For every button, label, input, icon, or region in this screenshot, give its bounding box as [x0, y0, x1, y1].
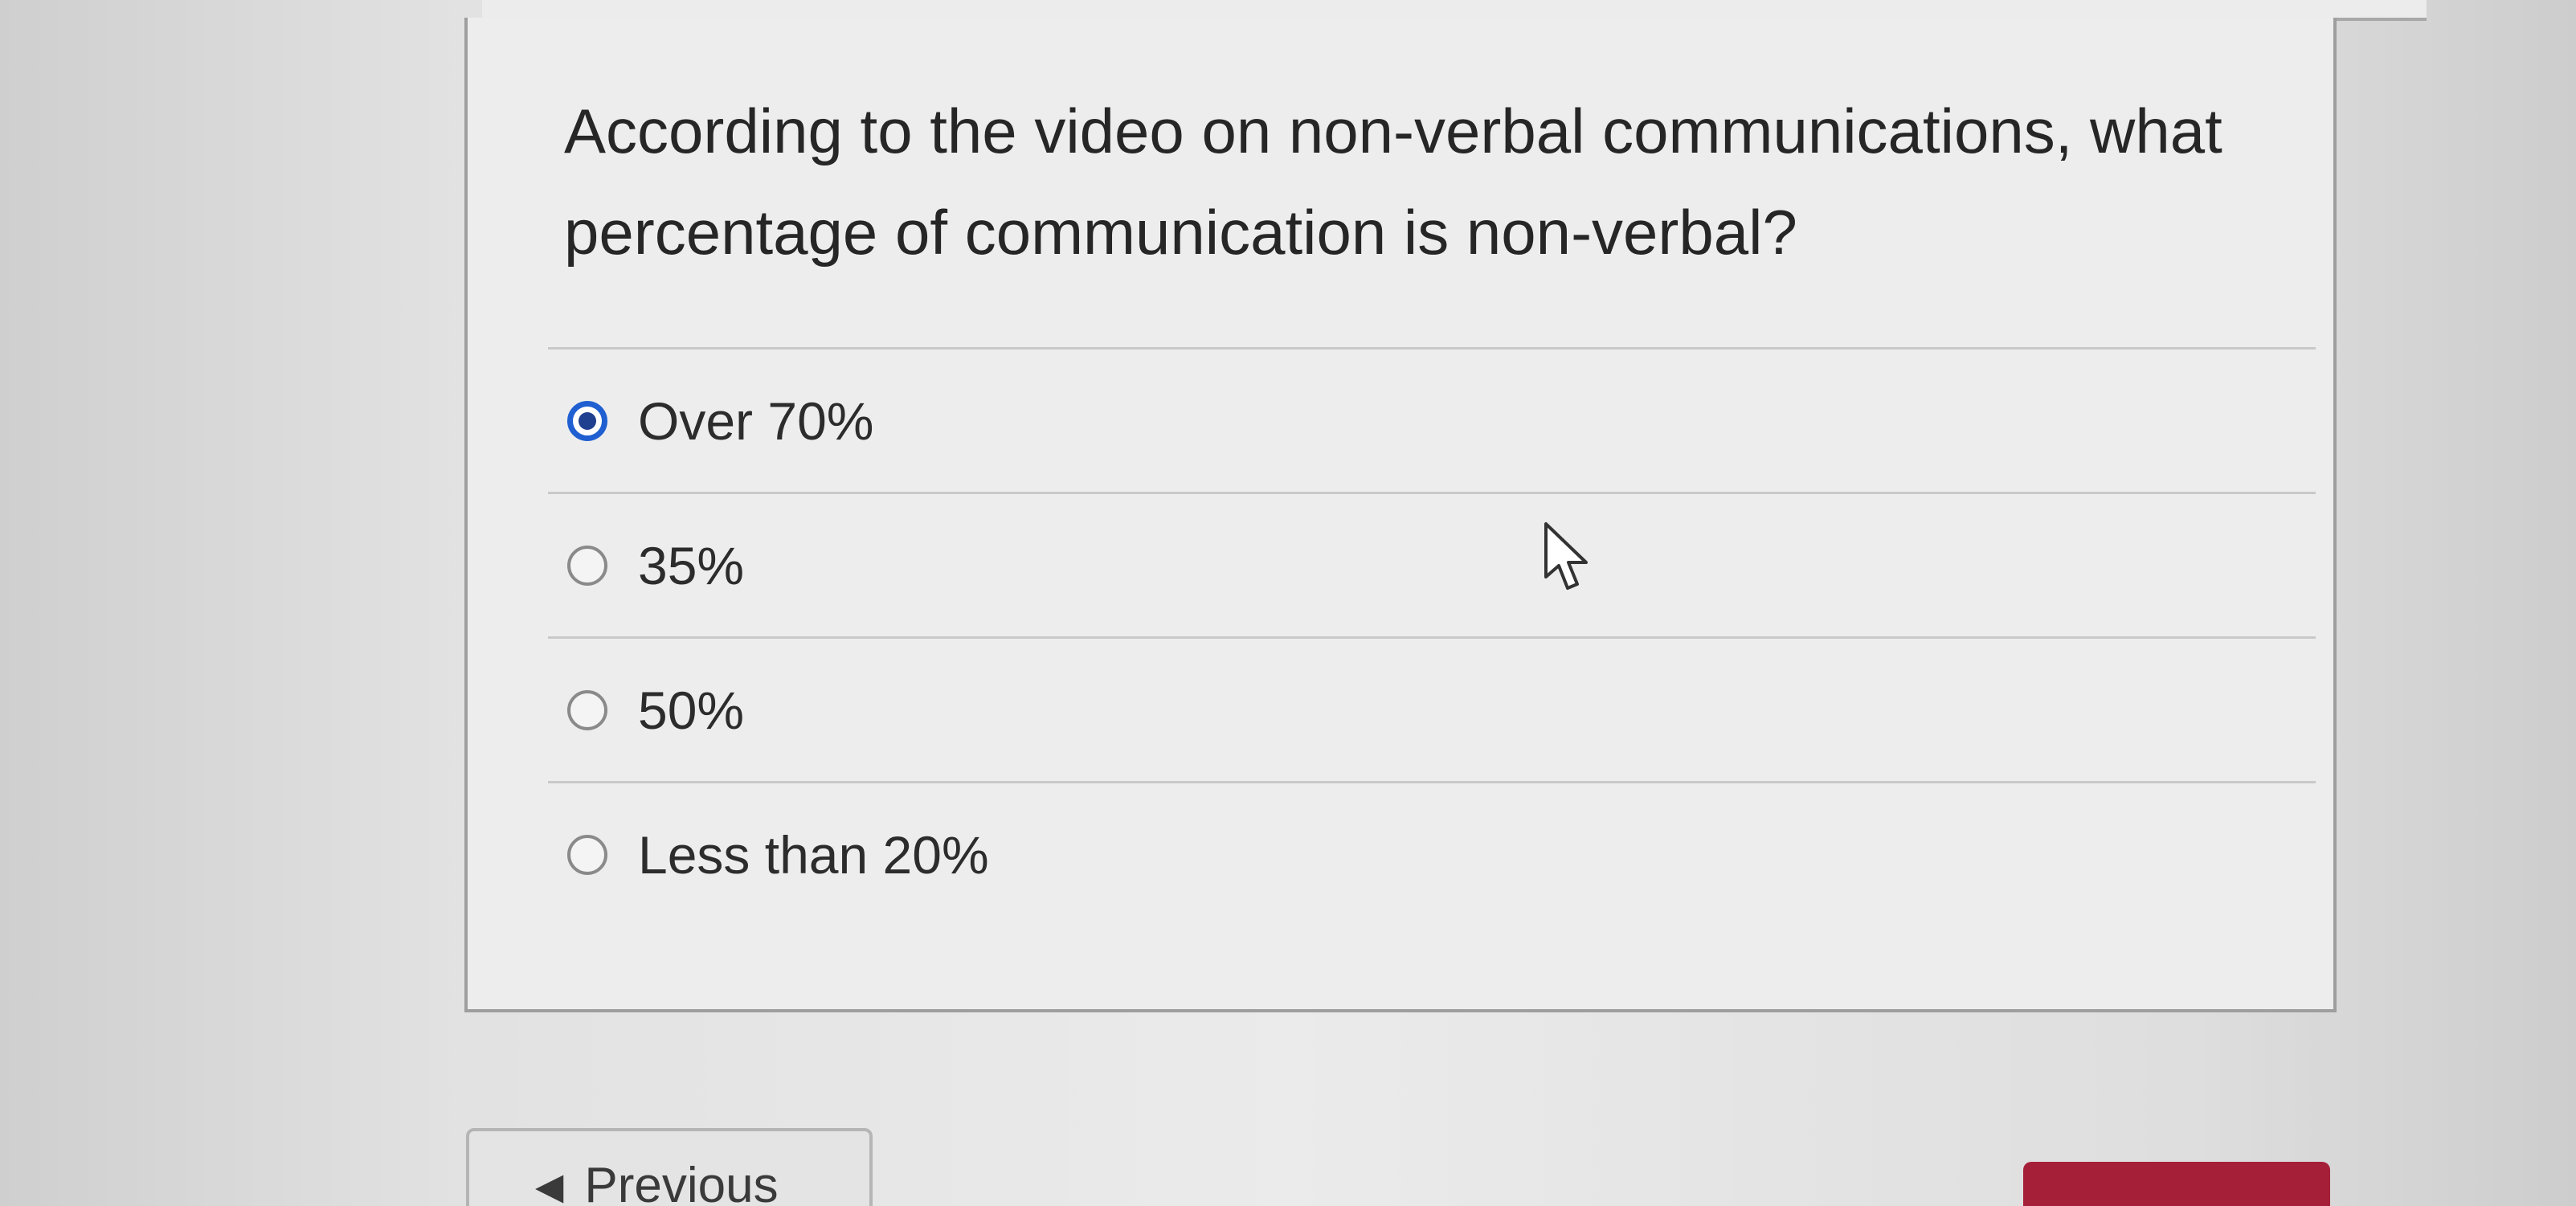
answer-list: Over 70% 35% 50% Less than 20%: [548, 347, 2316, 926]
quiz-page: According to the video on non-verbal com…: [0, 0, 2576, 1206]
radio-unselected-icon[interactable]: [567, 834, 607, 875]
mouse-pointer-icon: [1544, 522, 1588, 590]
question-card: According to the video on non-verbal com…: [464, 18, 2337, 1012]
radio-unselected-icon[interactable]: [567, 545, 607, 586]
answer-label: 50%: [638, 680, 745, 740]
question-text: According to the video on non-verbal com…: [564, 96, 2222, 268]
previous-label: Previous: [584, 1158, 779, 1206]
answer-label: 35%: [638, 535, 745, 595]
answer-option-less-than-20[interactable]: Less than 20%: [548, 781, 2316, 926]
radio-selected-icon[interactable]: [567, 400, 607, 441]
answer-label: Less than 20%: [638, 824, 989, 885]
answer-option-35[interactable]: 35%: [548, 492, 2316, 636]
radio-unselected-icon[interactable]: [567, 689, 607, 730]
answer-option-over-70[interactable]: Over 70%: [548, 347, 2316, 492]
answer-label: Over 70%: [638, 390, 874, 451]
next-button[interactable]: [2023, 1162, 2330, 1206]
left-arrow-icon: ◀: [535, 1165, 564, 1206]
answer-option-50[interactable]: 50%: [548, 636, 2316, 781]
previous-button[interactable]: ◀ Previous: [466, 1128, 873, 1206]
